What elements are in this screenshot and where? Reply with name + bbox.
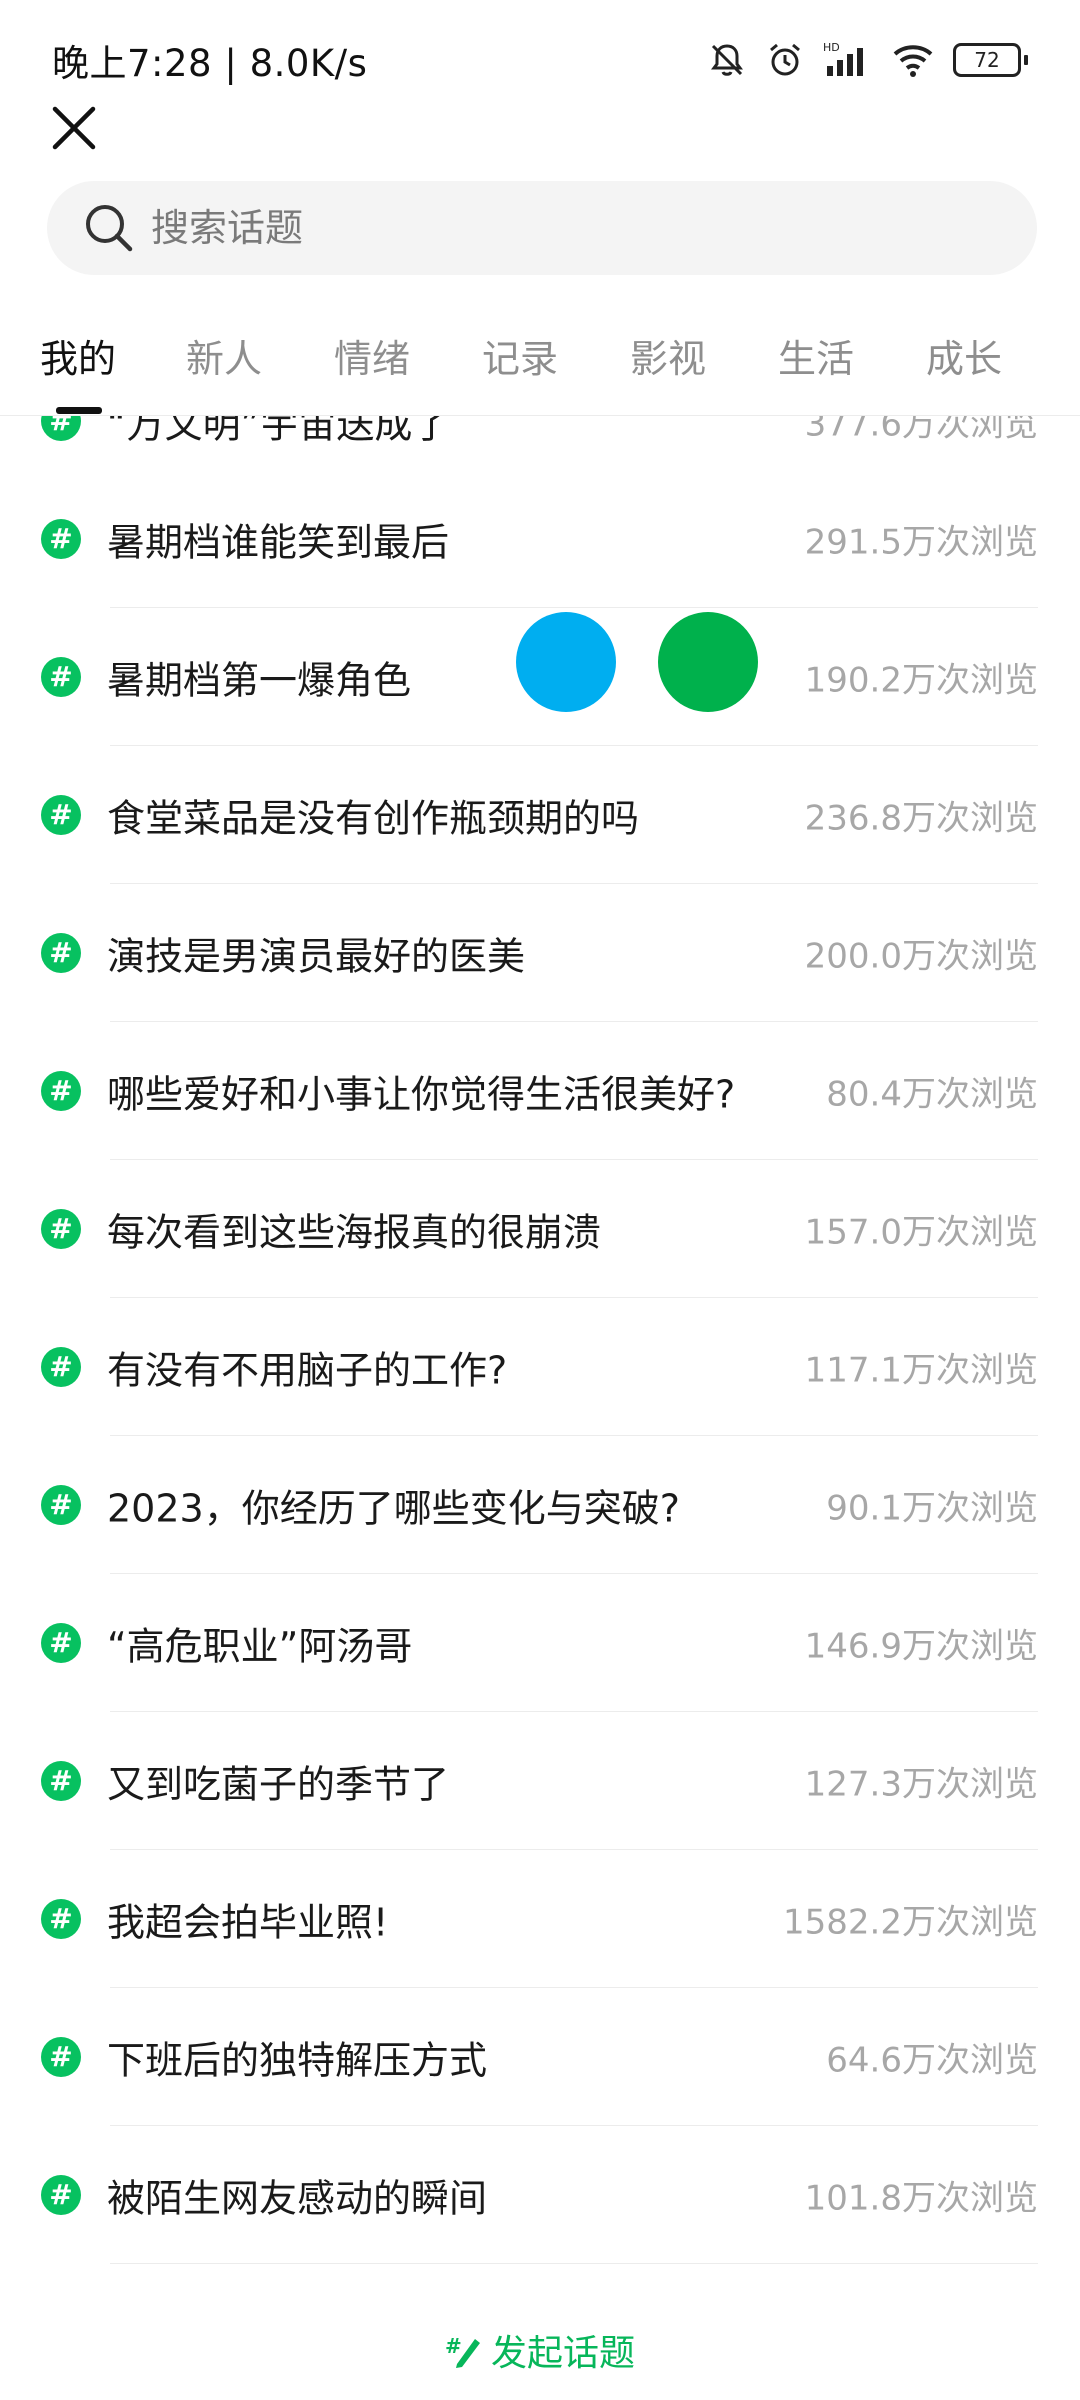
- topic-views: 80.4万次浏览: [826, 1074, 1038, 1115]
- topic-hash-icon: #: [41, 1347, 81, 1387]
- tab-emotion[interactable]: 情绪: [334, 328, 410, 383]
- topic-row[interactable]: # “高危职业”阿汤哥 146.9万次浏览: [0, 1574, 1080, 1712]
- svg-text:#: #: [49, 1902, 72, 1935]
- tab-film[interactable]: 影视: [630, 328, 706, 383]
- topic-title: 哪些爱好和小事让你觉得生活很美好?: [107, 1072, 736, 1117]
- topic-hash-icon: #: [41, 1209, 81, 1249]
- tab-record[interactable]: 记录: [482, 328, 558, 383]
- topic-views: 291.5万次浏览: [804, 522, 1038, 563]
- svg-text:#: #: [49, 1764, 72, 1797]
- topic-title: 2023，你经历了哪些变化与突破?: [107, 1486, 680, 1531]
- topic-row[interactable]: # 暑期档谁能笑到最后 291.5万次浏览: [0, 470, 1080, 608]
- topic-views: 127.3万次浏览: [804, 1764, 1038, 1805]
- topic-row[interactable]: # 哪些爱好和小事让你觉得生活很美好? 80.4万次浏览: [0, 1022, 1080, 1160]
- topic-row[interactable]: # 演技是男演员最好的医美 200.0万次浏览: [0, 884, 1080, 1022]
- topic-views: 64.6万次浏览: [826, 2040, 1038, 2081]
- svg-text:#: #: [49, 1488, 72, 1521]
- green-floating-bubble[interactable]: [658, 612, 758, 712]
- topic-title: 演技是男演员最好的医美: [107, 934, 526, 979]
- svg-text:#: #: [49, 1626, 72, 1659]
- topic-title: 有没有不用脑子的工作?: [107, 1348, 508, 1393]
- topic-row[interactable]: # 又到吃菌子的季节了 127.3万次浏览: [0, 1712, 1080, 1850]
- svg-text:#: #: [49, 1074, 72, 1107]
- topic-views: 377.6万次浏览: [804, 415, 1038, 445]
- tab-mine[interactable]: 我的: [40, 328, 116, 383]
- topic-hash-icon: #: [41, 1899, 81, 1939]
- svg-text:#: #: [49, 936, 72, 969]
- topic-hash-icon: #: [41, 1485, 81, 1525]
- topic-views: 146.9万次浏览: [804, 1626, 1038, 1667]
- topic-row[interactable]: # 有没有不用脑子的工作? 117.1万次浏览: [0, 1298, 1080, 1436]
- topic-views: 90.1万次浏览: [826, 1488, 1038, 1529]
- topic-hash-icon: #: [41, 1071, 81, 1111]
- svg-text:#: #: [49, 2040, 72, 2073]
- topic-title: 暑期档第一爆角色: [107, 658, 412, 703]
- topic-views: 117.1万次浏览: [804, 1350, 1038, 1391]
- topic-hash-icon: #: [41, 2037, 81, 2077]
- topic-views: 200.0万次浏览: [804, 936, 1038, 977]
- partial-row-clip: # “万文明”宇宙送成了 377.6万次浏览: [0, 415, 1080, 471]
- svg-text:#: #: [49, 798, 72, 831]
- topic-hash-icon: #: [41, 657, 81, 697]
- topic-title: 又到吃菌子的季节了: [107, 1762, 450, 1807]
- topic-views: 190.2万次浏览: [804, 660, 1038, 701]
- svg-text:#: #: [49, 415, 72, 437]
- svg-text:#: #: [49, 1350, 72, 1383]
- topic-views: 1582.2万次浏览: [783, 1902, 1038, 1943]
- topic-views: 157.0万次浏览: [804, 1212, 1038, 1253]
- topic-title: “高危职业”阿汤哥: [107, 1624, 413, 1669]
- topic-row[interactable]: # 每次看到这些海报真的很崩溃 157.0万次浏览: [0, 1160, 1080, 1298]
- topic-hash-icon: #: [41, 1761, 81, 1801]
- topic-views: 236.8万次浏览: [804, 798, 1038, 839]
- topic-row[interactable]: # 2023，你经历了哪些变化与突破? 90.1万次浏览: [0, 1436, 1080, 1574]
- topic-hash-icon: #: [41, 415, 81, 441]
- topic-title: 下班后的独特解压方式: [107, 2038, 488, 2083]
- topic-views: 101.8万次浏览: [804, 2178, 1038, 2219]
- tab-life[interactable]: 生活: [778, 328, 854, 383]
- topic-hash-icon: #: [41, 2175, 81, 2215]
- active-tab-indicator: [56, 407, 102, 414]
- topic-title: “万文明”宇宙送成了: [107, 415, 451, 447]
- topic-title: 我超会拍毕业照!: [107, 1900, 389, 1945]
- svg-text:#: #: [445, 2334, 462, 2358]
- topic-row[interactable]: # 我超会拍毕业照! 1582.2万次浏览: [0, 1850, 1080, 1988]
- topic-row[interactable]: # 下班后的独特解压方式 64.6万次浏览: [0, 1988, 1080, 2126]
- svg-text:#: #: [49, 660, 72, 693]
- topic-title: 食堂菜品是没有创作瓶颈期的吗: [107, 796, 640, 841]
- category-tabs: 我的 新人 情绪 记录 影视 生活 成长: [0, 300, 1080, 416]
- topic-hash-icon: #: [41, 795, 81, 835]
- create-topic-button[interactable]: # 发起话题: [0, 2310, 1080, 2390]
- topic-title: 被陌生网友感动的瞬间: [107, 2176, 488, 2221]
- topic-hash-icon: #: [41, 519, 81, 559]
- topic-title: 暑期档谁能笑到最后: [107, 520, 450, 565]
- create-topic-icon: #: [445, 2334, 480, 2368]
- create-topic-label: 发起话题: [490, 2333, 635, 2374]
- topic-row[interactable]: # 被陌生网友感动的瞬间 101.8万次浏览: [0, 2126, 1080, 2264]
- topic-hash-icon: #: [41, 1623, 81, 1663]
- svg-text:#: #: [49, 2178, 72, 2211]
- tab-newcomer[interactable]: 新人: [186, 328, 262, 383]
- topic-row[interactable]: # 食堂菜品是没有创作瓶颈期的吗 236.8万次浏览: [0, 746, 1080, 884]
- topic-row[interactable]: # “万文明”宇宙送成了 377.6万次浏览: [0, 415, 1080, 471]
- blue-floating-bubble[interactable]: [516, 612, 616, 712]
- topic-hash-icon: #: [41, 933, 81, 973]
- topic-title: 每次看到这些海报真的很崩溃: [107, 1210, 602, 1255]
- tab-growth[interactable]: 成长: [926, 328, 1002, 383]
- svg-text:#: #: [49, 1212, 72, 1245]
- svg-text:#: #: [49, 522, 72, 555]
